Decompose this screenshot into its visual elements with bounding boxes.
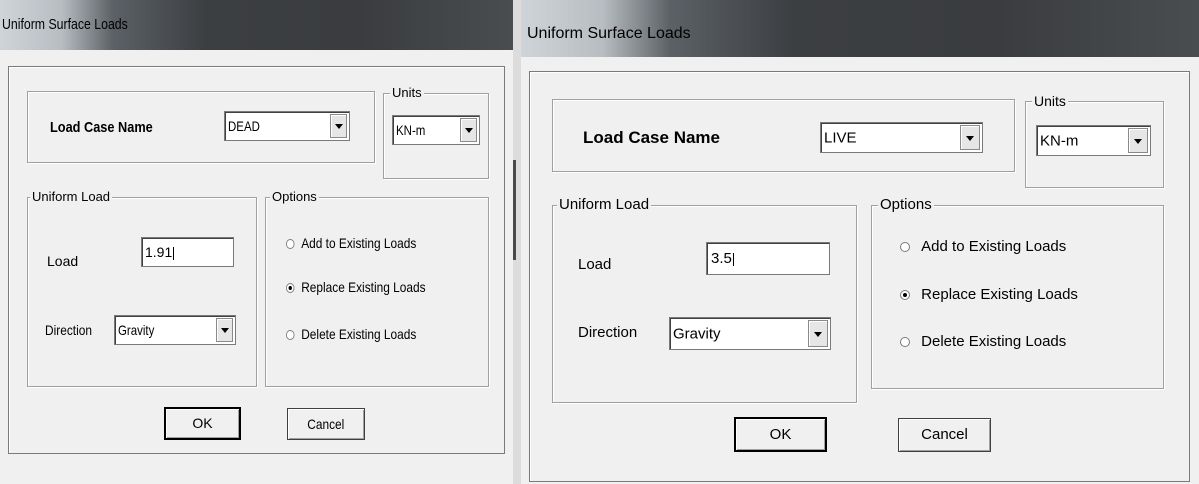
units-value: KN-m (1040, 132, 1079, 149)
load-input[interactable]: 1.91 (141, 237, 234, 267)
direction-select[interactable]: Gravity (669, 317, 831, 350)
ok-button[interactable]: OK (734, 417, 827, 452)
load-case-select[interactable]: LIVE (820, 122, 983, 153)
load-case-panel: Load Case Name DEAD (27, 91, 375, 163)
radio-add-label: Add to Existing Loads (921, 238, 1067, 255)
direction-value: Gravity (118, 322, 155, 338)
radio-button-icon[interactable] (900, 290, 910, 301)
uniform-load-group: Uniform Load Load 3.5 Direction Gravity (552, 196, 857, 403)
radio-add-existing[interactable]: Add to Existing Loads (900, 238, 1066, 255)
radio-delete-existing[interactable]: Delete Existing Loads (286, 326, 416, 342)
radio-button-icon[interactable] (900, 337, 910, 348)
load-label: Load (47, 253, 79, 269)
uniform-load-group: Uniform Load Load 1.91 Direction Gravity (27, 189, 257, 387)
radio-add-label: Add to Existing Loads (301, 235, 417, 251)
load-case-value: DEAD (228, 118, 260, 134)
direction-label: Direction (578, 324, 638, 341)
load-value: 3.5 (711, 250, 732, 267)
ok-label: OK (192, 415, 213, 431)
radio-button-icon[interactable] (900, 242, 910, 253)
chevron-down-icon[interactable] (216, 318, 233, 342)
chevron-down-icon[interactable] (808, 320, 828, 347)
title-bar[interactable]: Uniform Surface Loads (0, 0, 513, 50)
units-select[interactable]: KN-m (392, 115, 480, 145)
units-group: Units KN-m (383, 85, 489, 179)
direction-label: Direction (45, 322, 92, 338)
title-bar[interactable]: Uniform Surface Loads (521, 0, 1199, 57)
chevron-down-icon[interactable] (960, 125, 980, 150)
radio-delete-existing[interactable]: Delete Existing Loads (900, 333, 1066, 350)
direction-select[interactable]: Gravity (114, 315, 236, 345)
load-case-value: LIVE (824, 129, 857, 146)
units-legend: Units (1032, 93, 1068, 109)
cancel-button[interactable]: Cancel (898, 418, 991, 452)
units-legend: Units (390, 85, 424, 100)
units-select[interactable]: KN-m (1036, 125, 1151, 156)
dialog-body: Load Case Name LIVE Units KN-m Uniform L… (529, 71, 1190, 482)
radio-button-icon[interactable] (286, 330, 295, 341)
radio-button-icon[interactable] (286, 283, 295, 294)
image-divider (513, 0, 521, 484)
radio-replace-existing[interactable]: Replace Existing Loads (286, 279, 426, 295)
load-case-panel: Load Case Name LIVE (552, 99, 1015, 172)
text-caret (173, 246, 175, 260)
dialog-left: Uniform Surface Loads Load Case Name DEA… (0, 0, 513, 484)
ok-button[interactable]: OK (164, 407, 241, 440)
radio-replace-label: Replace Existing Loads (301, 279, 426, 295)
chevron-down-icon[interactable] (460, 118, 477, 142)
units-value: KN-m (396, 122, 426, 138)
radio-replace-label: Replace Existing Loads (921, 286, 1078, 303)
chevron-down-icon[interactable] (1128, 128, 1148, 153)
units-group: Units KN-m (1025, 93, 1164, 188)
load-case-label: Load Case Name (583, 128, 720, 147)
dialog-body: Load Case Name DEAD Units KN-m Uniform L… (8, 66, 505, 454)
radio-delete-label: Delete Existing Loads (921, 333, 1067, 350)
load-label: Load (578, 256, 612, 273)
options-group: Options Add to Existing Loads Replace Ex… (265, 189, 489, 387)
uniform-load-legend: Uniform Load (30, 189, 113, 204)
options-legend: Options (878, 196, 934, 213)
options-legend: Options (270, 189, 319, 204)
load-case-select[interactable]: DEAD (224, 111, 350, 141)
radio-button-icon[interactable] (286, 239, 295, 250)
load-case-label: Load Case Name (50, 119, 153, 136)
radio-replace-existing[interactable]: Replace Existing Loads (900, 286, 1078, 303)
ok-label: OK (769, 426, 792, 443)
load-value: 1.91 (145, 244, 173, 260)
load-input[interactable]: 3.5 (706, 242, 830, 275)
uniform-load-legend: Uniform Load (557, 196, 652, 213)
window-title: Uniform Surface Loads (527, 25, 691, 42)
direction-value: Gravity (673, 325, 721, 342)
chevron-down-icon[interactable] (330, 114, 347, 138)
options-group: Options Add to Existing Loads Replace Ex… (871, 196, 1164, 389)
dialog-right: Uniform Surface Loads Load Case Name LIV… (521, 0, 1199, 484)
radio-add-existing[interactable]: Add to Existing Loads (286, 235, 416, 251)
text-caret (732, 252, 734, 266)
cancel-button[interactable]: Cancel (287, 408, 365, 440)
cancel-label: Cancel (921, 426, 968, 443)
radio-delete-label: Delete Existing Loads (301, 326, 417, 342)
cancel-label: Cancel (307, 416, 345, 432)
window-title: Uniform Surface Loads (2, 16, 128, 33)
